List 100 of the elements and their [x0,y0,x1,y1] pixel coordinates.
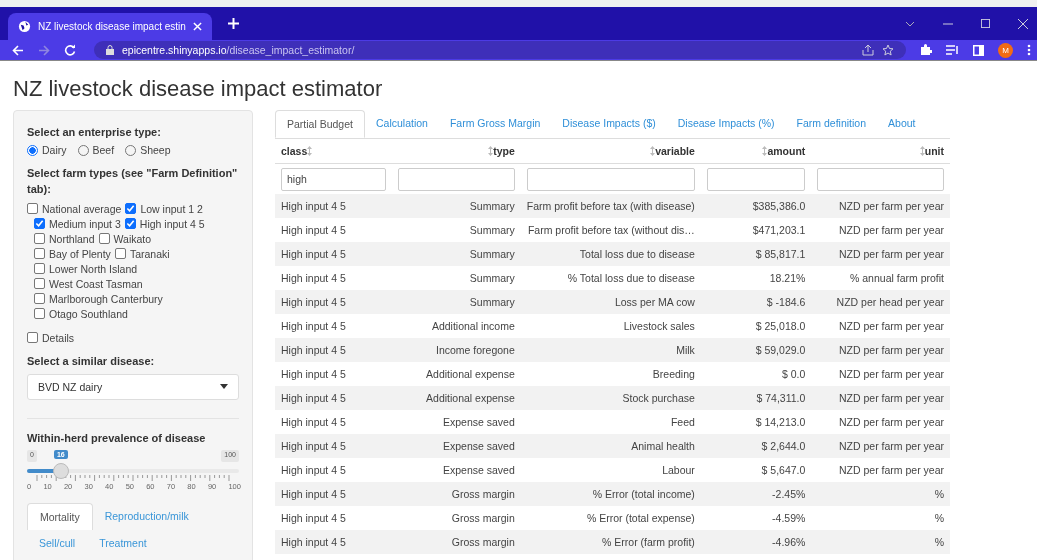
table-cell: Income foregone [391,338,521,362]
enterprise-label: Select an enterprise type: [27,125,162,140]
table-cell: Summary [391,218,521,242]
checkbox-label: High input 4 5 [139,217,205,230]
new-tab-icon[interactable] [227,18,239,29]
checkbox[interactable] [34,263,45,275]
checkbox-label: Medium input 3 [49,217,121,230]
close-window-icon[interactable] [1018,18,1028,29]
back-arrow-icon[interactable] [12,44,24,56]
table-cell: $ 14,213.0 [700,410,812,434]
table-cell: Loss per MA cow [520,290,701,314]
checkbox-label: Low input 1 2 [140,202,203,215]
column-header[interactable]: type [391,139,521,164]
table-cell: % Error (farm profit) [520,530,701,554]
table-cell: $385,386.0 [700,194,812,218]
radio-button[interactable] [27,144,38,156]
side-panel-icon[interactable] [973,44,984,56]
table-cell: % [811,482,950,506]
checkbox[interactable] [125,203,137,215]
puzzle-icon[interactable] [920,44,932,56]
tab[interactable]: Disease Impacts (%) [666,110,786,138]
checkbox[interactable] [34,248,45,260]
filter-field[interactable]: high [281,167,386,191]
browser-tab[interactable]: NZ livestock disease impact estin [8,13,212,40]
table-cell: Labour [520,458,701,482]
table-cell: $ 85,817.1 [700,242,812,266]
close-icon[interactable] [192,22,202,31]
share-icon[interactable] [862,44,874,56]
filter-field[interactable] [526,167,695,191]
table-cell: Milk [520,338,701,362]
column-header[interactable]: class [275,139,392,164]
checkbox[interactable] [34,308,45,320]
table-cell: % annual farm profit [811,266,950,290]
table-cell: 18.21% [700,266,812,290]
address-bar[interactable]: epicentre.shinyapps.io/disease_impact_estimator/ [94,41,906,59]
tab[interactable]: Disease Impacts ($) [551,110,667,138]
table-cell: High input 4 5 [275,458,392,482]
checkbox[interactable] [27,332,38,344]
radio-label: Beef [92,144,115,157]
table-cell: High input 4 5 [275,506,392,530]
playlist-icon[interactable] [946,44,959,56]
table-cell: Stock purchase [520,386,701,410]
disease-dropdown[interactable]: BVD NZ dairy [27,373,239,400]
table-cell: High input 4 5 [275,266,392,290]
chevron-down-icon[interactable] [905,20,915,27]
table-cell: High input 4 5 [275,218,392,242]
table-cell: NZD per farm per year [811,458,950,482]
radio-label: Sheep [140,144,171,157]
table-cell: % Total loss due to disease [520,266,701,290]
table-cell: NZD per farm per year [811,410,950,434]
table-cell: NZD per farm per year [811,218,950,242]
table-cell: $ 74,311.0 [700,386,812,410]
sub-tab[interactable]: Mortality [27,502,93,530]
table-cell: High input 4 5 [275,386,392,410]
table-cell: Livestock sales [520,314,701,338]
filter-field[interactable] [817,167,944,191]
table-cell: % [811,530,950,554]
table-cell: Summary [391,290,521,314]
table-cell: High input 4 5 [275,194,392,218]
table-cell: -4.59% [700,506,812,530]
column-header[interactable]: unit [811,139,950,164]
table-cell: Expense saved [391,458,521,482]
reload-icon[interactable] [64,44,76,56]
filter-field[interactable] [706,167,806,191]
table-cell: NZD per farm per year [811,386,950,410]
slider-handle[interactable] [52,462,69,479]
page-title: NZ livestock disease impact estimator [13,76,384,102]
table-cell: High input 4 5 [275,362,392,386]
table-cell: Expense saved [391,434,521,458]
checkbox[interactable] [34,218,45,230]
tab[interactable]: About [877,110,927,138]
tab[interactable]: Partial Budget [275,110,365,138]
checkbox[interactable] [34,278,45,290]
tab[interactable]: Calculation [364,110,439,138]
forward-arrow-icon[interactable] [38,44,50,56]
tab[interactable]: Farm definition [785,110,878,138]
checkbox[interactable] [34,233,45,245]
table-cell: NZD per farm per year [811,194,950,218]
table-cell: High input 4 5 [275,434,392,458]
checkbox[interactable] [27,203,38,215]
checkbox-label: Lower North Island [49,262,138,275]
checkbox[interactable] [98,233,110,245]
checkbox[interactable] [124,218,136,230]
checkbox[interactable] [34,293,45,305]
more-icon[interactable] [1027,44,1031,56]
checkbox-label: Otago Southland [49,307,128,320]
minimize-icon[interactable] [943,22,953,25]
table-cell: NZD per head per year [811,290,950,314]
maximize-icon[interactable] [981,19,990,28]
checkbox-label: Details [42,331,75,344]
table-cell: High input 4 5 [275,482,392,506]
star-icon[interactable] [882,44,894,56]
table-cell: Animal health [520,434,701,458]
column-header[interactable]: amount [700,139,812,164]
checkbox[interactable] [114,248,126,260]
table-cell: NZD per farm per year [811,242,950,266]
column-header[interactable]: variable [520,139,701,164]
tab[interactable]: Farm Gross Margin [438,110,552,138]
filter-field[interactable] [397,167,515,191]
table-cell: Additional expense [391,386,521,410]
